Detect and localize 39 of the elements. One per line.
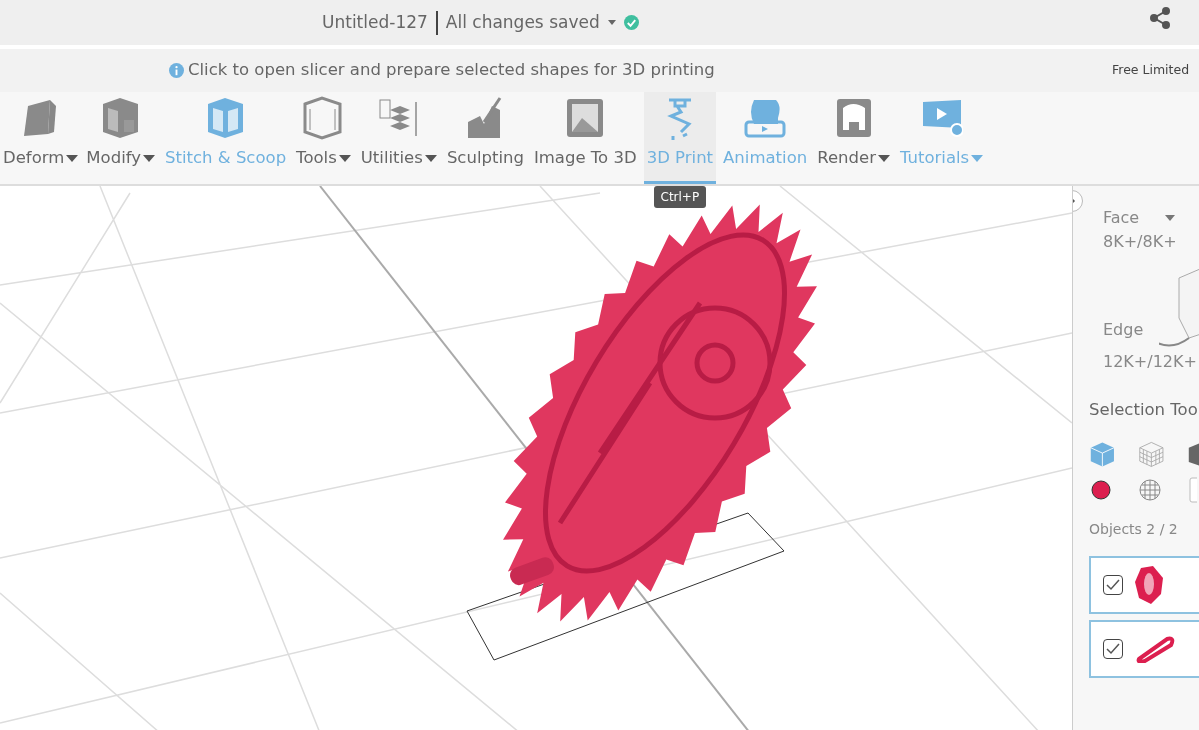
- toolbar-button[interactable]: Utilities: [357, 92, 440, 184]
- document-title[interactable]: Untitled-127: [322, 9, 428, 36]
- toolbar-button[interactable]: Tools: [293, 92, 354, 184]
- caret-icon: [338, 154, 351, 162]
- shortcut-tooltip: Ctrl+P: [653, 186, 707, 208]
- mesh-sphere-icon[interactable]: [1139, 478, 1161, 501]
- toolbar-button[interactable]: Render: [814, 92, 893, 184]
- share-icon[interactable]: [1150, 7, 1170, 29]
- caret-icon: [143, 154, 155, 162]
- checkbox[interactable]: [1103, 638, 1123, 659]
- check-icon: [1106, 642, 1120, 655]
- section-title: Selection Too: [1089, 399, 1199, 421]
- toolbar-button[interactable]: Deform: [0, 92, 82, 184]
- cube-icon: [302, 96, 345, 140]
- toolbar-button[interactable]: Modify: [83, 92, 158, 184]
- object-row[interactable]: [1089, 555, 1199, 614]
- face-count: 8K+/8K+: [1103, 231, 1178, 253]
- info-icon: [169, 63, 184, 78]
- caret-icon[interactable]: [1165, 215, 1176, 221]
- edge-label: Edge: [1103, 319, 1145, 341]
- edge-count: 12K+/12K+: [1103, 351, 1198, 373]
- paint-color-icon[interactable]: [1091, 479, 1111, 500]
- objects-count: Objects 2 / 2: [1089, 519, 1179, 539]
- toolbar-button[interactable]: Sculpting: [443, 92, 527, 184]
- gear-thumbnail-icon: [1133, 563, 1165, 606]
- checkbox[interactable]: [1103, 574, 1123, 595]
- mode-dropdown[interactable]: Face: [1103, 206, 1140, 230]
- caret-icon[interactable]: [607, 20, 616, 25]
- caret-icon: [877, 154, 890, 162]
- caret-icon: [66, 154, 79, 162]
- save-status[interactable]: All changes saved: [445, 9, 600, 36]
- plan-label: Free Limited: [1112, 61, 1191, 80]
- info-message[interactable]: Click to open slicer and prepare selected shapes for 3D printing: [188, 58, 715, 83]
- caret-icon: [424, 154, 437, 162]
- caret-icon: [971, 154, 984, 162]
- check-icon: [623, 15, 639, 30]
- check-icon: [1106, 578, 1120, 591]
- object-row[interactable]: [1089, 619, 1199, 678]
- toolbar-button[interactable]: Image To 3D: [530, 92, 640, 184]
